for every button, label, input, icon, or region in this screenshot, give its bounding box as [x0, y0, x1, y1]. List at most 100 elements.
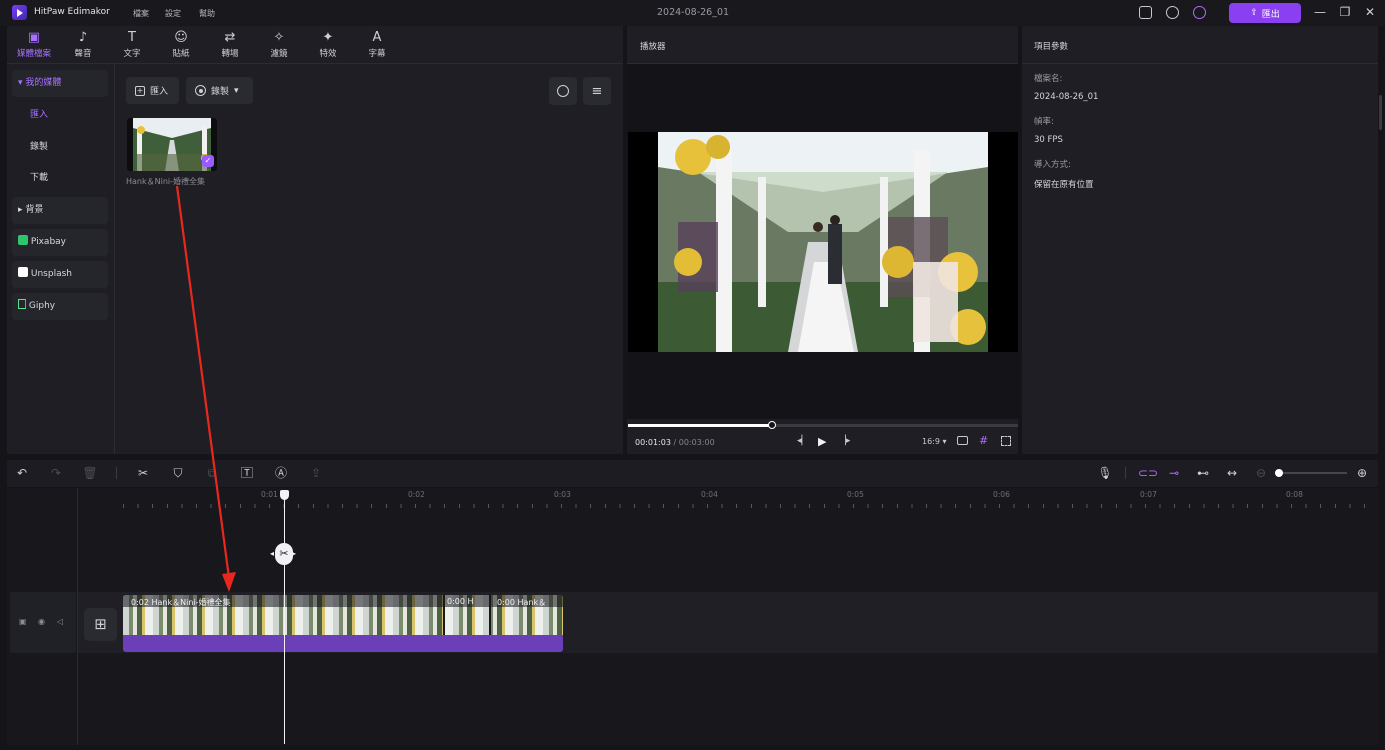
tab-text[interactable]: T 文字 — [112, 30, 152, 62]
time-separator: / — [673, 438, 677, 447]
video-clip[interactable]: 0:02 Hank＆Nini-婚禮全集 0:00 H 0:00 Hank＆ — [123, 595, 563, 652]
mask-icon[interactable]: ⛉ — [170, 466, 186, 480]
grid-icon[interactable]: # — [979, 434, 988, 447]
split-icon[interactable]: ✂ — [135, 466, 151, 480]
tab-audio-label: 聲音 — [74, 49, 92, 59]
download-icon[interactable] — [1166, 6, 1179, 19]
sidebar-item-background[interactable]: ▸ 背景 — [12, 197, 108, 224]
sidebar-item-my-media[interactable]: ▾ 我的媒體 — [12, 70, 108, 97]
record-button[interactable]: 錄製 ▾ — [186, 77, 253, 104]
play-icon[interactable]: ▶ — [818, 435, 826, 448]
tab-text-label: 文字 — [123, 49, 141, 59]
player-progress-knob[interactable] — [768, 421, 776, 429]
total-time: 00:03:00 — [678, 438, 715, 447]
zoom-slider-knob[interactable] — [1275, 469, 1283, 477]
sidebar-pixabay-label: Pixabay — [30, 237, 67, 247]
snap-icon[interactable]: ⊸ — [1166, 466, 1182, 480]
params-scrollbar[interactable] — [1379, 95, 1382, 130]
clip-audio-strip — [123, 635, 563, 652]
tab-media[interactable]: ▣ 媒體檔案 — [14, 30, 54, 62]
link-icon[interactable]: ⊂⊃ — [1138, 466, 1158, 480]
visibility-icon[interactable]: ◉ — [38, 617, 45, 626]
menu-help[interactable]: 幫助 — [199, 8, 215, 19]
restore-icon[interactable]: ❐ — [1338, 5, 1352, 19]
chevron-down-icon: ▾ — [942, 437, 947, 446]
prev-frame-icon[interactable]: ◂▏ — [797, 436, 808, 446]
checkmark-icon: ✓ — [202, 155, 214, 167]
zoom-slider-track[interactable] — [1275, 472, 1347, 474]
sidebar-item-import[interactable]: 匯入 — [12, 102, 108, 129]
minimize-icon[interactable]: — — [1313, 5, 1327, 19]
export-button[interactable]: ⇪ 匯出 — [1229, 3, 1301, 23]
add-media-icon[interactable]: ⊞ — [84, 608, 117, 641]
lock-icon[interactable]: ▣ — [19, 617, 27, 626]
import-method-label: 導入方式: — [1034, 160, 1071, 170]
player-progress-fill — [628, 424, 772, 427]
tab-subtitle[interactable]: A 字幕 — [357, 30, 397, 62]
import-method-value: 保留在原有位置 — [1034, 180, 1094, 190]
effects-icon: ✦ — [322, 30, 334, 45]
playhead-line[interactable] — [284, 496, 285, 744]
media-icon: ▣ — [27, 30, 41, 45]
tab-transition-label: 轉場 — [221, 49, 239, 59]
caret-right-icon: ▸ — [18, 205, 23, 215]
split-track-icon[interactable]: ⊷ — [1195, 466, 1211, 480]
microphone-icon[interactable]: 🎙 — [1097, 466, 1113, 480]
tab-audio[interactable]: ♪ 聲音 — [63, 30, 103, 62]
toolbar-separator — [116, 467, 117, 479]
video-frame — [658, 132, 988, 352]
import-button[interactable]: + 匯入 — [126, 77, 179, 104]
sidebar-item-record[interactable]: 錄製 — [12, 134, 108, 161]
account-icon[interactable] — [1193, 6, 1206, 19]
giphy-icon — [18, 299, 26, 309]
fullscreen-icon[interactable] — [1001, 436, 1011, 446]
sidebar-item-download[interactable]: 下載 — [12, 165, 108, 192]
zoom-out-icon[interactable]: ⊖ — [1253, 466, 1269, 480]
upload-icon: ⇪ — [1250, 8, 1258, 18]
redo-icon[interactable]: ↷ — [48, 466, 64, 480]
sort-button[interactable]: ≡ — [583, 77, 611, 105]
crop-icon[interactable]: ⧉ — [204, 466, 220, 480]
delete-icon[interactable]: 🗑 — [82, 466, 98, 480]
close-icon[interactable]: ✕ — [1363, 5, 1377, 19]
toolbar-divider — [7, 63, 623, 64]
ruler-label-2: 0:02 — [408, 490, 425, 499]
zoom-in-icon[interactable]: ⊕ — [1354, 466, 1370, 480]
sidebar-giphy-label: Giphy — [28, 301, 56, 311]
next-frame-icon[interactable]: ▕▸ — [839, 436, 850, 446]
snapshot-icon[interactable] — [957, 436, 968, 445]
add-text-icon[interactable]: 🅃 — [239, 466, 255, 480]
tab-effects[interactable]: ✦ 特效 — [308, 30, 348, 62]
sticker-icon: ☺ — [174, 30, 188, 45]
sidebar-item-pixabay[interactable]: Pixabay — [12, 229, 108, 256]
music-note-icon: ♪ — [78, 30, 88, 45]
feedback-icon[interactable] — [1139, 6, 1152, 19]
frame-rate-value: 30 FPS — [1034, 135, 1063, 145]
toolbar-separator-right — [1125, 467, 1126, 479]
text-icon: T — [128, 30, 136, 45]
undo-icon[interactable]: ↶ — [14, 466, 30, 480]
tab-filter[interactable]: ✧ 濾鏡 — [259, 30, 299, 62]
fit-timeline-icon[interactable]: ↔ — [1224, 466, 1240, 480]
mute-icon[interactable]: ◁ — [57, 617, 63, 626]
tab-transition[interactable]: ⇄ 轉場 — [210, 30, 250, 62]
menu-file[interactable]: 檔案 — [133, 8, 149, 19]
export-label: 匯出 — [1261, 9, 1280, 20]
split-scissors-icon[interactable]: ✂ — [275, 543, 293, 565]
params-title: 項目參數 — [1034, 42, 1069, 52]
clip-split-1 — [443, 595, 445, 635]
sidebar-background-label: 背景 — [25, 205, 44, 215]
sidebar-item-unsplash[interactable]: Unsplash — [12, 261, 108, 288]
ai-icon[interactable]: Ⓐ — [273, 466, 289, 480]
sidebar-item-giphy[interactable]: Giphy — [12, 293, 108, 320]
media-thumbnail[interactable]: ✓ — [127, 118, 217, 171]
tab-sticker[interactable]: ☺ 貼紙 — [161, 30, 201, 62]
arrow-right-icon: ▸ — [292, 549, 297, 558]
export-clip-icon[interactable]: ⇪ — [308, 466, 324, 480]
menu-settings[interactable]: 設定 — [165, 8, 181, 19]
playhead-handle[interactable] — [280, 490, 289, 500]
file-name-value: 2024-08-26_01 — [1034, 92, 1099, 102]
aspect-ratio-select[interactable]: 16:9 ▾ — [922, 437, 947, 446]
search-button[interactable] — [549, 77, 577, 105]
plus-icon: + — [135, 85, 145, 96]
